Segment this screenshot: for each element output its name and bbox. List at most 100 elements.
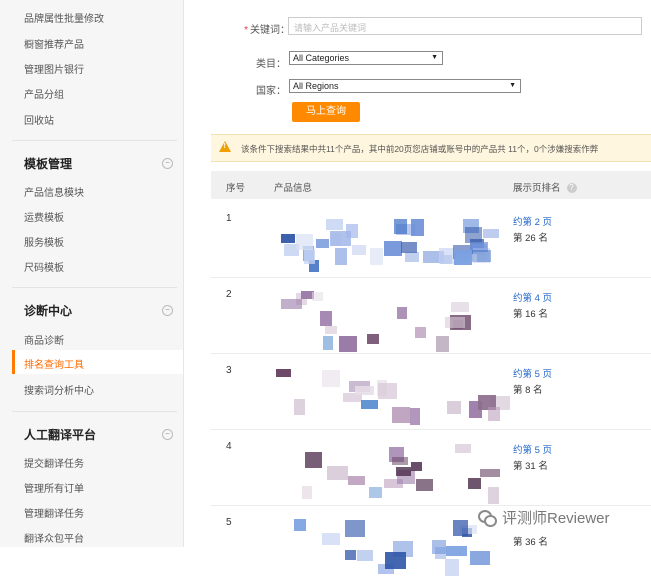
keyword-label: * 关键词：: [244, 25, 290, 36]
keyword-placeholder: 请输入产品关键词: [294, 23, 367, 33]
sidebar-item[interactable]: 尺码模板: [24, 259, 64, 274]
country-select[interactable]: All Regions ▼: [289, 79, 521, 93]
product-image-pixel: [483, 229, 499, 238]
row-separator: [211, 353, 651, 354]
chevron-down-icon: ▼: [509, 82, 516, 89]
product-image-pixel: [294, 519, 306, 531]
product-image-pixel: [369, 487, 382, 498]
collapse-icon[interactable]: −: [162, 429, 173, 440]
product-image-pixel: [416, 479, 433, 491]
product-image-pixel: [480, 469, 500, 477]
product-image-pixel: [488, 407, 500, 421]
product-image-pixel: [445, 317, 465, 328]
rank-position: 第 16 名: [513, 309, 548, 320]
collapse-icon[interactable]: −: [162, 305, 173, 316]
product-image-pixel: [335, 248, 347, 265]
product-image-pixel: [296, 234, 313, 250]
product-image-pixel: [339, 336, 357, 352]
watermark: 评测师Reviewer: [478, 507, 610, 528]
product-image-pixel: [410, 408, 420, 425]
sidebar-item[interactable]: 商品诊断: [24, 332, 64, 347]
sidebar-section-title[interactable]: 诊断中心: [24, 302, 72, 319]
rank-page-link[interactable]: 约第 5 页: [513, 442, 552, 456]
product-image-pixel: [454, 250, 472, 265]
product-image-pixel: [345, 550, 356, 560]
sidebar-item[interactable]: 品牌属性批量修改: [24, 10, 104, 25]
product-image-pixel: [468, 478, 481, 489]
sidebar-item[interactable]: 产品信息模块: [24, 184, 84, 199]
product-image-pixel: [323, 336, 333, 350]
row-index: 4: [226, 441, 232, 452]
sidebar-divider: [12, 411, 177, 412]
notice-bar: ! 该条件下搜索结果中共11个产品，其中前20页您店铺或账号中的产品共 11个，…: [211, 134, 651, 162]
help-icon[interactable]: ?: [566, 183, 577, 194]
product-image-pixel: [470, 551, 490, 565]
sidebar-item[interactable]: 管理所有订单: [24, 480, 84, 495]
sidebar-section-title[interactable]: 人工翻译平台: [24, 426, 96, 443]
product-image-pixel: [392, 457, 408, 465]
notice-text: 该条件下搜索结果中共11个产品，其中前20页您店铺或账号中的产品共 11个，0个…: [241, 144, 599, 154]
product-image-pixel: [397, 307, 407, 319]
sidebar-item[interactable]: 翻译众包平台: [24, 530, 84, 545]
product-image-pixel: [294, 399, 305, 415]
sidebar-item[interactable]: 提交翻译任务: [24, 455, 84, 470]
category-select[interactable]: All Categories ▼: [289, 51, 443, 65]
product-image-pixel: [405, 252, 419, 262]
country-label: 国家：: [256, 86, 286, 97]
sidebar-item[interactable]: 管理翻译任务: [24, 505, 84, 520]
product-image-pixel: [312, 292, 323, 301]
sidebar-item[interactable]: 运费模板: [24, 209, 64, 224]
chevron-down-icon: ▼: [431, 54, 438, 61]
sidebar-item[interactable]: 服务模板: [24, 234, 64, 249]
header-product: 产品信息: [274, 183, 313, 194]
product-image-pixel: [394, 219, 407, 234]
product-image-pixel: [385, 552, 406, 569]
row-index: 3: [226, 365, 232, 376]
product-image-pixel: [411, 219, 424, 236]
product-image-pixel: [396, 467, 411, 476]
row-separator: [211, 505, 651, 506]
rank-page-link[interactable]: 约第 2 页: [513, 214, 552, 228]
rank-position: 第 31 名: [513, 461, 548, 472]
product-image-pixel: [330, 231, 351, 246]
product-image-pixel: [440, 255, 452, 264]
header-rank: 展示页排名?: [513, 180, 577, 194]
product-image-pixel: [415, 327, 426, 338]
sidebar-item[interactable]: 回收站: [24, 112, 54, 127]
product-image-pixel: [325, 326, 337, 334]
sidebar-section-title[interactable]: 模板管理: [24, 155, 72, 172]
product-image-pixel: [326, 219, 343, 230]
sidebar-item[interactable]: 搜索词分析中心: [24, 382, 94, 397]
sidebar-item[interactable]: 橱窗推荐产品: [24, 36, 84, 51]
rank-page-link[interactable]: 约第 5 页: [513, 366, 552, 380]
product-image-pixel: [320, 311, 332, 326]
sidebar-item-active[interactable]: 排名查询工具: [12, 350, 183, 374]
sidebar-item[interactable]: 产品分组: [24, 86, 64, 101]
country-select-value: All Regions: [293, 81, 339, 91]
product-image-pixel: [432, 540, 446, 554]
warning-icon: !: [219, 141, 231, 152]
product-image-pixel: [384, 241, 402, 256]
product-image-pixel: [327, 466, 348, 480]
product-image-pixel: [465, 227, 482, 243]
product-image-pixel: [281, 234, 295, 243]
keyword-input[interactable]: 请输入产品关键词: [288, 17, 642, 35]
product-image-pixel: [361, 400, 378, 409]
product-image-pixel: [401, 242, 417, 253]
sidebar-item[interactable]: 管理图片银行: [24, 61, 84, 76]
product-image-pixel: [453, 520, 468, 536]
product-image-pixel: [378, 383, 397, 399]
rank-position: 第 26 名: [513, 233, 548, 244]
category-label: 类目：: [256, 59, 286, 70]
collapse-icon[interactable]: −: [162, 158, 173, 169]
wechat-icon: [478, 510, 498, 527]
sidebar-item-label: 排名查询工具: [24, 360, 84, 371]
rank-page-link[interactable]: 约第 4 页: [513, 290, 552, 304]
sidebar: 品牌属性批量修改 橱窗推荐产品 管理图片银行 产品分组回收站模板管理 − 产品信息模块 运费…: [0, 0, 184, 547]
search-button[interactable]: 马上查询: [292, 102, 360, 122]
row-index: 5: [226, 517, 232, 528]
product-image-pixel: [411, 462, 422, 471]
product-image-pixel: [370, 248, 383, 265]
product-image-pixel: [348, 476, 365, 485]
product-image-pixel: [445, 559, 459, 576]
